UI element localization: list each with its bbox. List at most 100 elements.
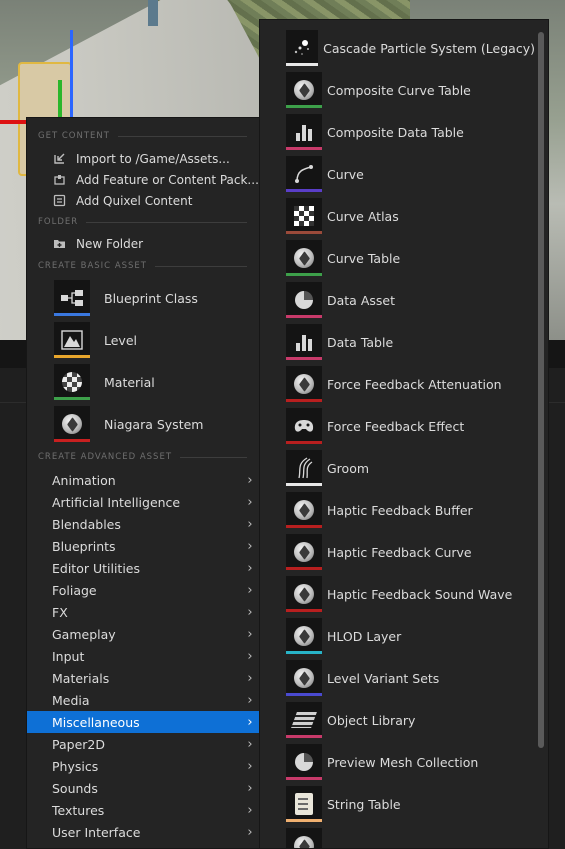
category-label: Blendables xyxy=(52,516,121,532)
category-label: Materials xyxy=(52,670,110,686)
niagara-system-menu-item[interactable]: Niagara System xyxy=(27,403,259,445)
category-artificial-intelligence[interactable]: Artificial Intelligence › xyxy=(27,491,259,513)
category-media[interactable]: Media › xyxy=(27,689,259,711)
data-asset-icon xyxy=(286,282,322,318)
asset-type-color-bar xyxy=(54,397,90,400)
asset-item-haptic-feedback-curve[interactable]: Haptic Feedback Curve xyxy=(260,531,535,573)
asset-item-curve-atlas[interactable]: Curve Atlas xyxy=(260,195,535,237)
asset-type-color-bar xyxy=(54,439,90,442)
blueprint-class-menu-item[interactable]: Blueprint Class xyxy=(27,277,259,319)
category-label: Blueprints xyxy=(52,538,116,554)
asset-item-partial[interactable] xyxy=(260,825,535,848)
transform-gizmo-z-axis[interactable] xyxy=(70,30,73,120)
category-miscellaneous[interactable]: Miscellaneous › xyxy=(27,711,259,733)
material-menu-item[interactable]: Material xyxy=(27,361,259,403)
asset-item-label: Composite Curve Table xyxy=(327,82,471,98)
asset-type-color-bar xyxy=(54,355,90,358)
level-menu-item[interactable]: Level xyxy=(27,319,259,361)
category-label: Gameplay xyxy=(52,626,116,642)
menu-item-label: Import to /Game/Assets... xyxy=(76,151,230,166)
composite-curve-table-icon xyxy=(286,72,322,108)
asset-item-label: Haptic Feedback Curve xyxy=(327,544,472,560)
import-menu-item[interactable]: Import to /Game/Assets... xyxy=(27,148,259,169)
asset-item-haptic-feedback-sound-wave[interactable]: Haptic Feedback Sound Wave xyxy=(260,573,535,615)
category-animation[interactable]: Animation › xyxy=(27,469,259,491)
asset-item-haptic-feedback-buffer[interactable]: Haptic Feedback Buffer xyxy=(260,489,535,531)
asset-item-label: Composite Data Table xyxy=(327,124,464,140)
category-user-interface[interactable]: User Interface › xyxy=(27,821,259,843)
menu-item-label: Add Feature or Content Pack... xyxy=(76,172,259,187)
add-feature-content-pack-menu-item[interactable]: Add Feature or Content Pack... xyxy=(27,169,259,190)
asset-item-string-table[interactable]: String Table xyxy=(260,783,535,825)
category-paper2d[interactable]: Paper2D › xyxy=(27,733,259,755)
asset-item-label: Haptic Feedback Buffer xyxy=(327,502,473,518)
asset-item-groom[interactable]: Groom xyxy=(260,447,535,489)
asset-type-color-bar xyxy=(286,105,322,108)
asset-item-force-feedback-attenuation[interactable]: Force Feedback Attenuation xyxy=(260,363,535,405)
add-quixel-content-menu-item[interactable]: Add Quixel Content xyxy=(27,190,259,211)
add-asset-context-menu: GET CONTENT Import to /Game/Assets... Ad… xyxy=(26,117,260,849)
chevron-right-icon: › xyxy=(247,560,253,576)
asset-item-object-library[interactable]: Object Library xyxy=(260,699,535,741)
miscellaneous-submenu: Cascade Particle System (Legacy) Composi… xyxy=(259,19,549,849)
category-physics[interactable]: Physics › xyxy=(27,755,259,777)
category-input[interactable]: Input › xyxy=(27,645,259,667)
asset-item-label: Haptic Feedback Sound Wave xyxy=(327,586,513,602)
asset-item-label: Groom xyxy=(327,460,370,476)
new-folder-icon xyxy=(53,237,66,250)
import-icon xyxy=(53,152,66,165)
category-textures[interactable]: Textures › xyxy=(27,799,259,821)
category-blendables[interactable]: Blendables › xyxy=(27,513,259,535)
chevron-right-icon: › xyxy=(247,824,253,840)
data-table-icon xyxy=(286,324,322,360)
category-materials[interactable]: Materials › xyxy=(27,667,259,689)
asset-item-label: Curve xyxy=(327,166,364,182)
force-feedback-effect-icon xyxy=(286,408,322,444)
submenu-scrollbar[interactable] xyxy=(538,32,544,748)
object-library-icon xyxy=(286,702,322,738)
category-foliage[interactable]: Foliage › xyxy=(27,579,259,601)
curve-table-icon xyxy=(286,240,322,276)
asset-type-color-bar xyxy=(286,441,322,444)
chevron-right-icon: › xyxy=(247,582,253,598)
category-gameplay[interactable]: Gameplay › xyxy=(27,623,259,645)
asset-item-label: Force Feedback Attenuation xyxy=(327,376,502,392)
category-blueprints[interactable]: Blueprints › xyxy=(27,535,259,557)
asset-item-cascade-particle-system[interactable]: Cascade Particle System (Legacy) xyxy=(260,27,535,69)
viewport-prop-pole xyxy=(148,0,158,26)
asset-item-curve[interactable]: Curve xyxy=(260,153,535,195)
section-divider xyxy=(155,265,247,267)
asset-item-curve-table[interactable]: Curve Table xyxy=(260,237,535,279)
particle-system-icon xyxy=(286,30,319,66)
section-divider xyxy=(180,456,247,458)
category-fx[interactable]: FX › xyxy=(27,601,259,623)
asset-item-label: Cascade Particle System (Legacy) xyxy=(323,40,535,56)
force-feedback-attenuation-icon xyxy=(286,366,322,402)
new-folder-menu-item[interactable]: New Folder xyxy=(27,233,259,254)
level-variant-sets-icon xyxy=(286,660,322,696)
asset-item-label: String Table xyxy=(327,796,401,812)
asset-item-data-asset[interactable]: Data Asset xyxy=(260,279,535,321)
section-header-folder: FOLDER xyxy=(38,216,247,228)
asset-type-color-bar xyxy=(286,693,322,696)
chevron-right-icon: › xyxy=(247,516,253,532)
asset-type-color-bar xyxy=(286,315,322,318)
asset-item-label: Level Variant Sets xyxy=(327,670,440,686)
asset-item-preview-mesh-collection[interactable]: Preview Mesh Collection xyxy=(260,741,535,783)
groom-icon xyxy=(286,450,322,486)
asset-item-data-table[interactable]: Data Table xyxy=(260,321,535,363)
category-label: Media xyxy=(52,692,90,708)
category-sounds[interactable]: Sounds › xyxy=(27,777,259,799)
asset-item-composite-data-table[interactable]: Composite Data Table xyxy=(260,111,535,153)
asset-type-color-bar xyxy=(286,273,322,276)
category-editor-utilities[interactable]: Editor Utilities › xyxy=(27,557,259,579)
asset-item-force-feedback-effect[interactable]: Force Feedback Effect xyxy=(260,405,535,447)
chevron-right-icon: › xyxy=(247,692,253,708)
asset-item-label: Data Asset xyxy=(327,292,395,308)
asset-item-level-variant-sets[interactable]: Level Variant Sets xyxy=(260,657,535,699)
asset-type-color-bar xyxy=(286,777,322,780)
transform-gizmo-y-axis[interactable] xyxy=(58,80,62,120)
asset-item-hlod-layer[interactable]: HLOD Layer xyxy=(260,615,535,657)
asset-item-composite-curve-table[interactable]: Composite Curve Table xyxy=(260,69,535,111)
asset-type-color-bar xyxy=(286,231,322,234)
